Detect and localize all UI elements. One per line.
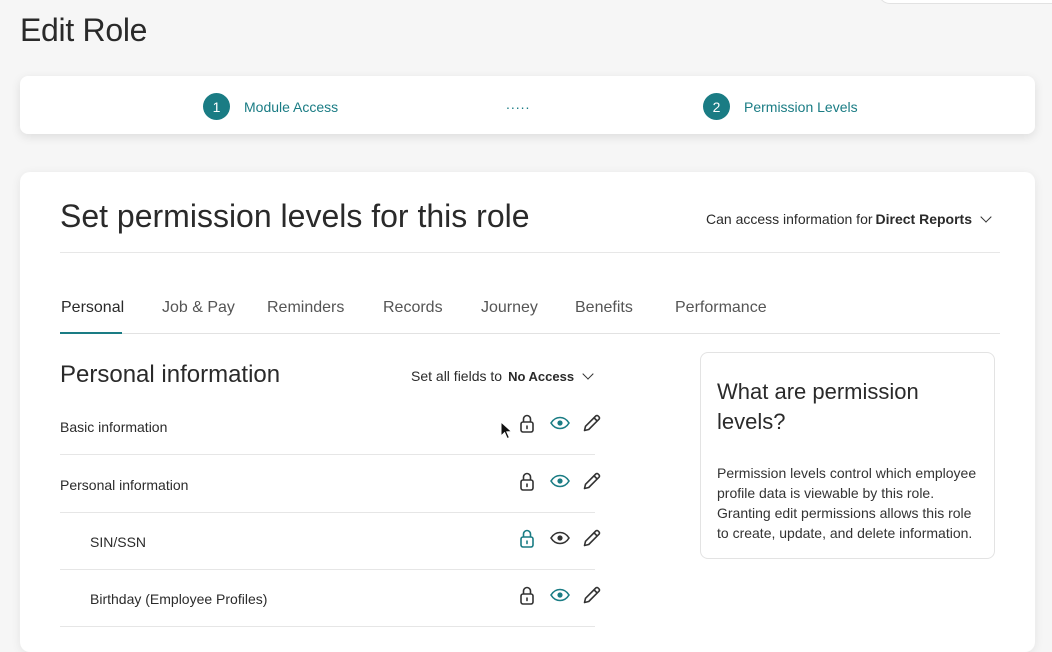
- mouse-cursor-icon: [500, 421, 513, 440]
- access-scope-value: Direct Reports: [875, 211, 972, 227]
- permission-row: Birthday (Employee Profiles): [60, 569, 601, 627]
- lock-icon[interactable]: [515, 469, 539, 493]
- step-label-module-access: Module Access: [244, 98, 339, 115]
- lock-icon[interactable]: [515, 411, 539, 435]
- tab-benefits[interactable]: Benefits: [575, 299, 633, 317]
- step-label-permission-levels: Permission Levels: [744, 98, 858, 115]
- permission-row: Basic information: [60, 397, 601, 455]
- card-title: Set permission levels for this role: [60, 198, 530, 234]
- permission-row-label: SIN/SSN: [90, 534, 147, 550]
- info-box-text: Permission levels control which employee…: [717, 465, 977, 541]
- pencil-icon[interactable]: [580, 469, 604, 493]
- top-right-panel-edge: [878, 0, 1052, 4]
- chevron-down-icon: [980, 210, 992, 223]
- permission-row: SIN/SSN: [60, 512, 601, 570]
- stepper: 1 Module Access ..... 2 Permission Level…: [20, 76, 1035, 134]
- set-all-fields-dropdown[interactable]: Set all fields to No Access: [411, 367, 594, 384]
- tab-performance[interactable]: Performance: [675, 299, 767, 317]
- pencil-icon[interactable]: [580, 411, 604, 435]
- eye-icon[interactable]: [548, 526, 572, 550]
- access-scope-prefix: Can access information for: [706, 211, 873, 227]
- step-number-1: 1: [203, 93, 230, 120]
- eye-icon[interactable]: [548, 411, 572, 435]
- access-scope-dropdown[interactable]: Can access information for Direct Report…: [706, 210, 992, 227]
- step-module-access[interactable]: 1 Module Access: [203, 93, 338, 120]
- set-all-prefix: Set all fields to: [411, 368, 503, 384]
- permission-row-label: Birthday (Employee Profiles): [90, 591, 268, 607]
- lock-icon[interactable]: [515, 583, 539, 607]
- tab-job-pay[interactable]: Job & Pay: [162, 299, 235, 317]
- tab-reminders[interactable]: Reminders: [267, 299, 344, 317]
- tab-bar: Personal Job & Pay Reminders Records Jou…: [60, 284, 1000, 334]
- divider: [60, 252, 1000, 253]
- page-title: Edit Role: [20, 12, 148, 48]
- set-all-value: No Access: [508, 368, 575, 384]
- lock-icon[interactable]: [515, 526, 539, 550]
- permission-row: Personal information: [60, 455, 601, 513]
- permission-row-label: Personal information: [60, 477, 189, 493]
- tab-records[interactable]: Records: [383, 299, 443, 317]
- step-number-2: 2: [703, 93, 730, 120]
- pencil-icon[interactable]: [580, 526, 604, 550]
- permission-row-label: Basic information: [60, 419, 168, 435]
- eye-icon[interactable]: [548, 469, 572, 493]
- pencil-icon[interactable]: [580, 583, 604, 607]
- permissions-card: Set permission levels for this role Can …: [20, 172, 1035, 652]
- active-tab-indicator: [60, 332, 122, 334]
- permission-levels-info-box: What are permission levels? Permission l…: [700, 352, 995, 559]
- section-title: Personal information: [60, 361, 281, 388]
- step-permission-levels[interactable]: 2 Permission Levels: [703, 93, 858, 120]
- tab-personal[interactable]: Personal: [61, 299, 124, 317]
- info-box-title: What are permission levels?: [717, 379, 919, 434]
- chevron-down-icon: [582, 367, 594, 380]
- step-separator: .....: [506, 96, 531, 112]
- tab-journey[interactable]: Journey: [481, 299, 538, 317]
- eye-icon[interactable]: [548, 583, 572, 607]
